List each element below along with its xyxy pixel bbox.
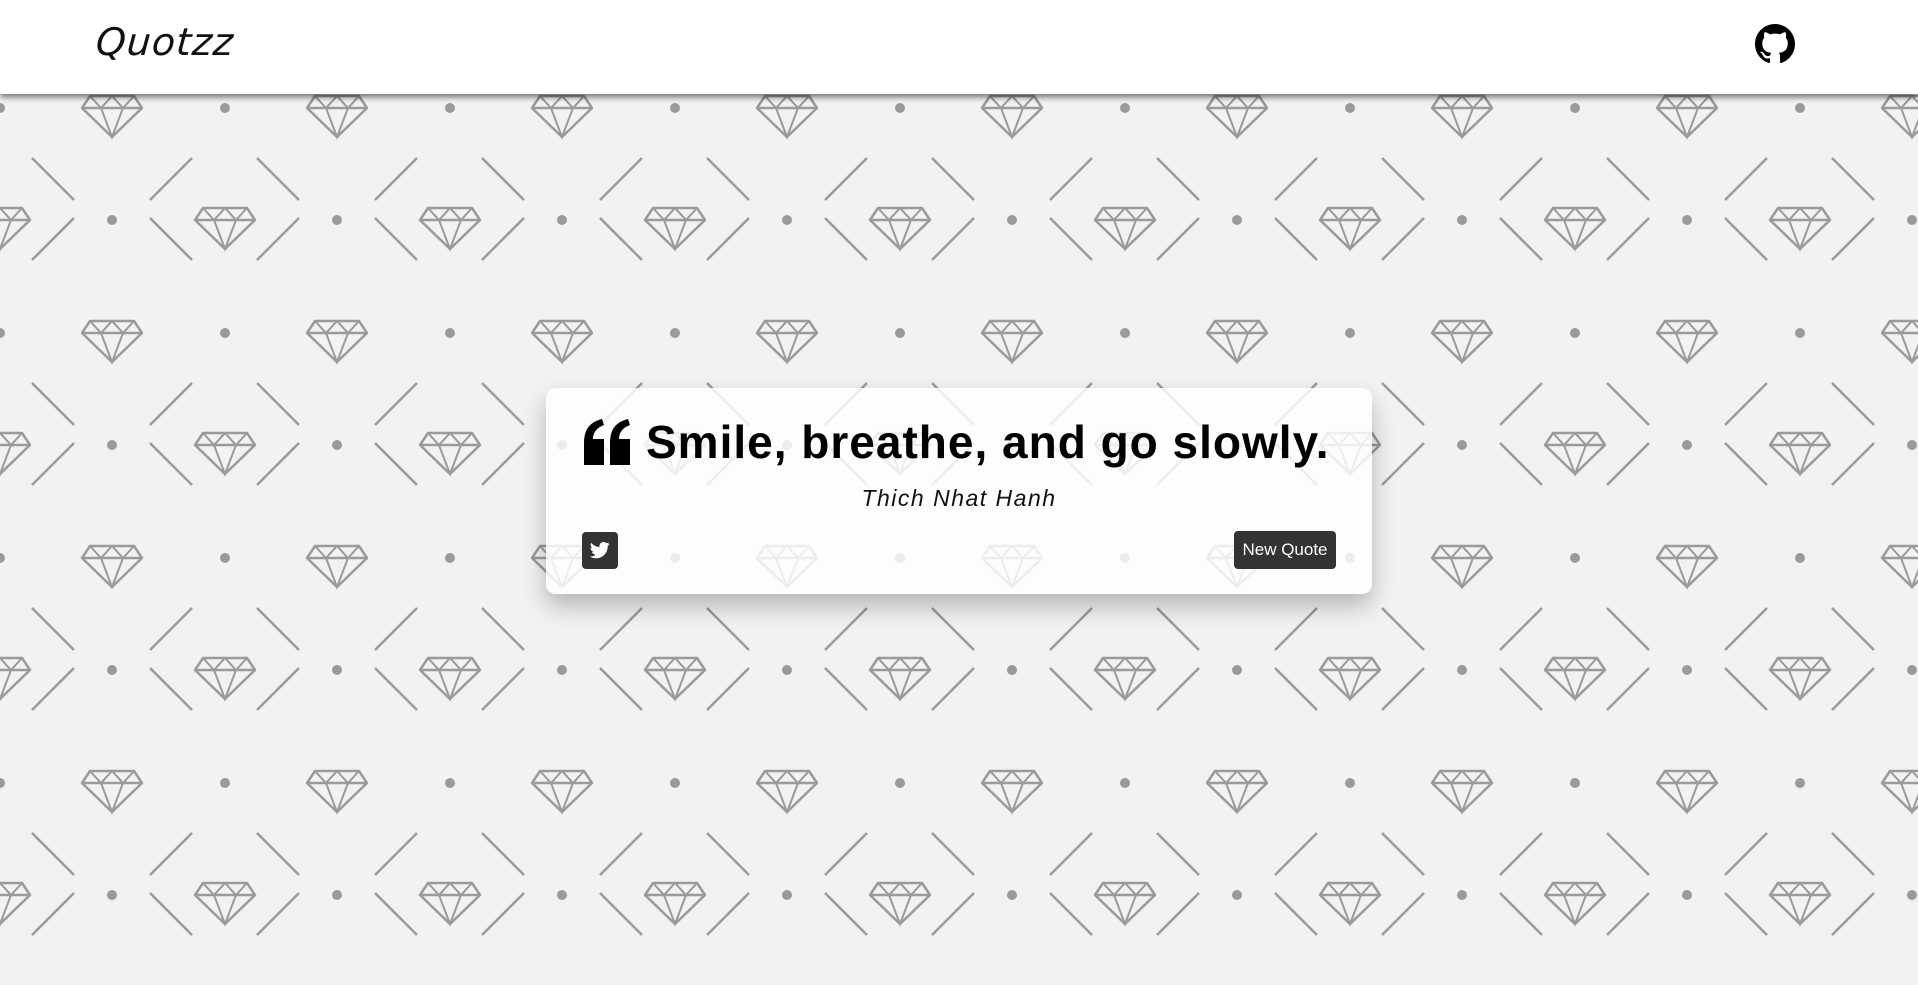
github-icon[interactable] (1755, 24, 1795, 64)
new-quote-button[interactable]: New Quote (1234, 531, 1336, 569)
quote-left-icon (582, 419, 632, 465)
quote-text: Smile, breathe, and go slowly. (646, 416, 1330, 468)
quote-author: Thich Nhat Hanh (861, 485, 1057, 511)
tweet-button[interactable] (582, 532, 618, 569)
quote-card: Smile, breathe, and go slowly. Thich Nha… (546, 388, 1372, 594)
twitter-icon (590, 542, 610, 559)
quote-row: Smile, breathe, and go slowly. (582, 414, 1342, 470)
navbar: Quotzz (0, 0, 1918, 94)
brand-logo[interactable]: Quotzz (94, 20, 235, 64)
